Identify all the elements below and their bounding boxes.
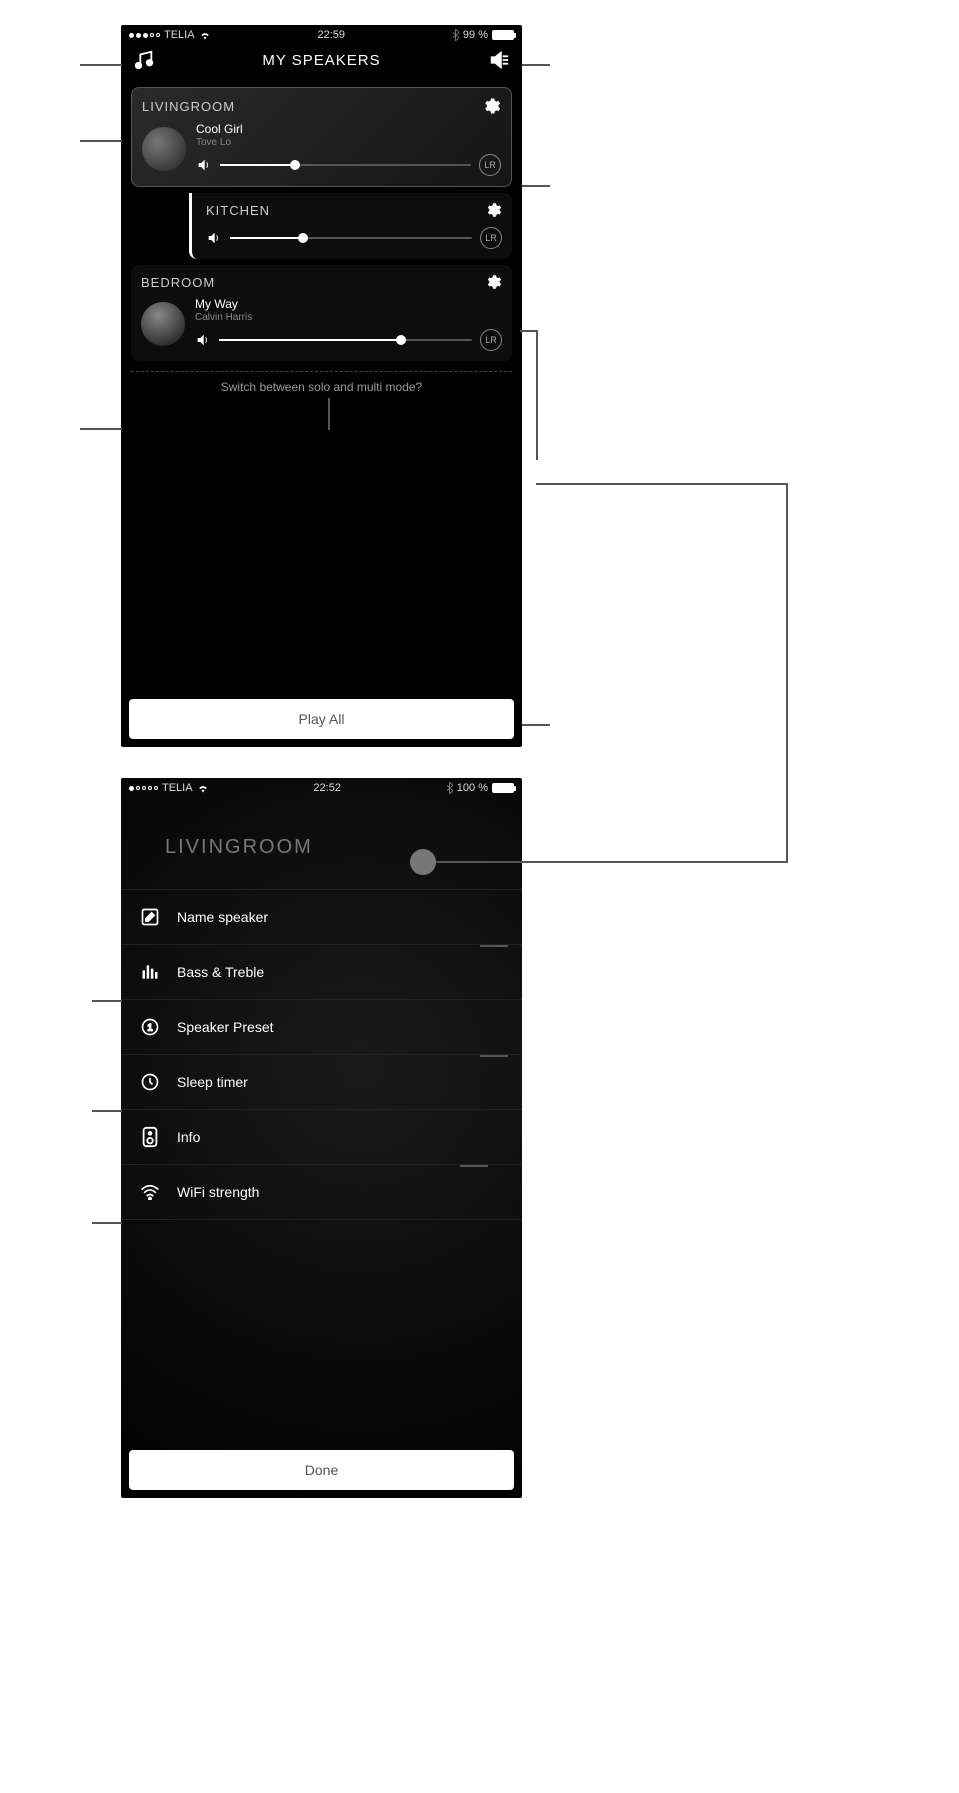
wifi-icon	[199, 30, 211, 40]
settings-row-wifi-strength[interactable]: WiFi strength	[121, 1164, 522, 1219]
settings-row-name-speaker[interactable]: Name speaker	[121, 889, 522, 944]
song-title-label: Cool Girl	[196, 122, 501, 136]
settings-title: LIVINGROOM	[121, 796, 522, 889]
settings-label: Sleep timer	[177, 1074, 248, 1090]
phone-screenshot-speakers: TELIA 22:59 99 % MY SPEAKERS	[121, 25, 522, 747]
app-header: MY SPEAKERS	[121, 43, 522, 81]
signal-dots-icon	[129, 786, 158, 791]
eq-icon	[139, 961, 161, 983]
preset-icon: 1	[139, 1016, 161, 1038]
wifi-icon	[139, 1181, 161, 1203]
carrier-label: TELIA	[162, 782, 193, 794]
battery-icon	[492, 783, 514, 793]
svg-text:1: 1	[147, 1022, 152, 1032]
song-artist-label: Calvin Harris	[195, 311, 502, 325]
callout-line	[786, 483, 788, 863]
edit-icon	[139, 906, 161, 928]
callout-line	[92, 1222, 122, 1224]
callout-line	[522, 185, 550, 187]
volume-slider[interactable]	[230, 237, 472, 239]
callout-line	[80, 428, 122, 430]
gear-icon[interactable]	[481, 96, 501, 116]
channel-badge[interactable]: LR	[479, 154, 501, 176]
battery-pct-label: 99 %	[463, 29, 488, 41]
channel-badge[interactable]: LR	[480, 329, 502, 351]
speaker-card-livingroom[interactable]: LIVINGROOM Cool Girl Tove Lo	[131, 87, 512, 187]
speaker-output-icon[interactable]	[488, 49, 510, 71]
status-bar: TELIA 22:52 100 %	[121, 778, 522, 796]
clock-icon	[139, 1071, 161, 1093]
callout-line	[520, 330, 536, 332]
volume-icon[interactable]	[195, 332, 211, 348]
album-art	[142, 127, 186, 171]
clock-label: 22:52	[313, 782, 341, 794]
settings-row-sleep-timer[interactable]: Sleep timer	[121, 1054, 522, 1109]
gear-icon[interactable]	[484, 201, 502, 219]
callout-line	[536, 330, 538, 460]
settings-label: Bass & Treble	[177, 964, 264, 980]
wifi-icon	[197, 783, 209, 793]
bluetooth-icon	[452, 29, 459, 41]
status-bar: TELIA 22:59 99 %	[121, 25, 522, 43]
page-title: MY SPEAKERS	[262, 52, 380, 69]
settings-row-speaker-preset[interactable]: 1 Speaker Preset	[121, 999, 522, 1054]
signal-dots-icon	[129, 33, 160, 38]
speaker-name-label: BEDROOM	[141, 275, 215, 290]
speaker-name-label: LIVINGROOM	[142, 99, 235, 114]
settings-label: Info	[177, 1129, 200, 1145]
play-all-button[interactable]: Play All	[129, 699, 514, 739]
phone-screenshot-settings: TELIA 22:52 100 % LIVINGROOM Name speake…	[121, 778, 522, 1498]
album-art	[141, 302, 185, 346]
callout-line	[328, 398, 330, 430]
battery-icon	[492, 30, 514, 40]
mode-hint-label[interactable]: Switch between solo and multi mode?	[121, 372, 522, 402]
song-title-label: My Way	[195, 297, 502, 311]
volume-icon[interactable]	[206, 230, 222, 246]
callout-line	[522, 64, 550, 66]
callout-dot	[410, 849, 436, 875]
callout-line	[80, 140, 122, 142]
callout-line	[460, 1165, 488, 1167]
callout-line	[432, 861, 788, 863]
volume-slider[interactable]	[220, 164, 471, 166]
settings-label: WiFi strength	[177, 1184, 259, 1200]
info-icon	[139, 1126, 161, 1148]
gear-icon[interactable]	[484, 273, 502, 291]
speaker-card-bedroom[interactable]: BEDROOM My Way Calvin Harris	[131, 265, 512, 361]
bluetooth-icon	[446, 782, 453, 794]
done-button[interactable]: Done	[129, 1450, 514, 1490]
callout-line	[480, 1055, 508, 1057]
callout-line	[522, 724, 550, 726]
settings-label: Name speaker	[177, 909, 268, 925]
battery-pct-label: 100 %	[457, 782, 488, 794]
music-icon[interactable]	[133, 49, 155, 71]
callout-line	[80, 64, 122, 66]
callout-line	[480, 945, 508, 947]
settings-row-bass-treble[interactable]: Bass & Treble	[121, 944, 522, 999]
callout-line	[536, 483, 788, 485]
carrier-label: TELIA	[164, 29, 195, 41]
volume-slider[interactable]	[219, 339, 472, 341]
clock-label: 22:59	[317, 29, 345, 41]
channel-badge[interactable]: LR	[480, 227, 502, 249]
settings-row-info[interactable]: Info	[121, 1109, 522, 1164]
speaker-card-kitchen[interactable]: KITCHEN LR	[189, 193, 512, 259]
settings-list: Name speaker Bass & Treble 1 Speaker Pre…	[121, 889, 522, 1220]
callout-line	[92, 1110, 122, 1112]
volume-icon[interactable]	[196, 157, 212, 173]
speaker-name-label: KITCHEN	[206, 203, 270, 218]
callout-line	[92, 1000, 122, 1002]
song-artist-label: Tove Lo	[196, 136, 501, 150]
settings-label: Speaker Preset	[177, 1019, 274, 1035]
